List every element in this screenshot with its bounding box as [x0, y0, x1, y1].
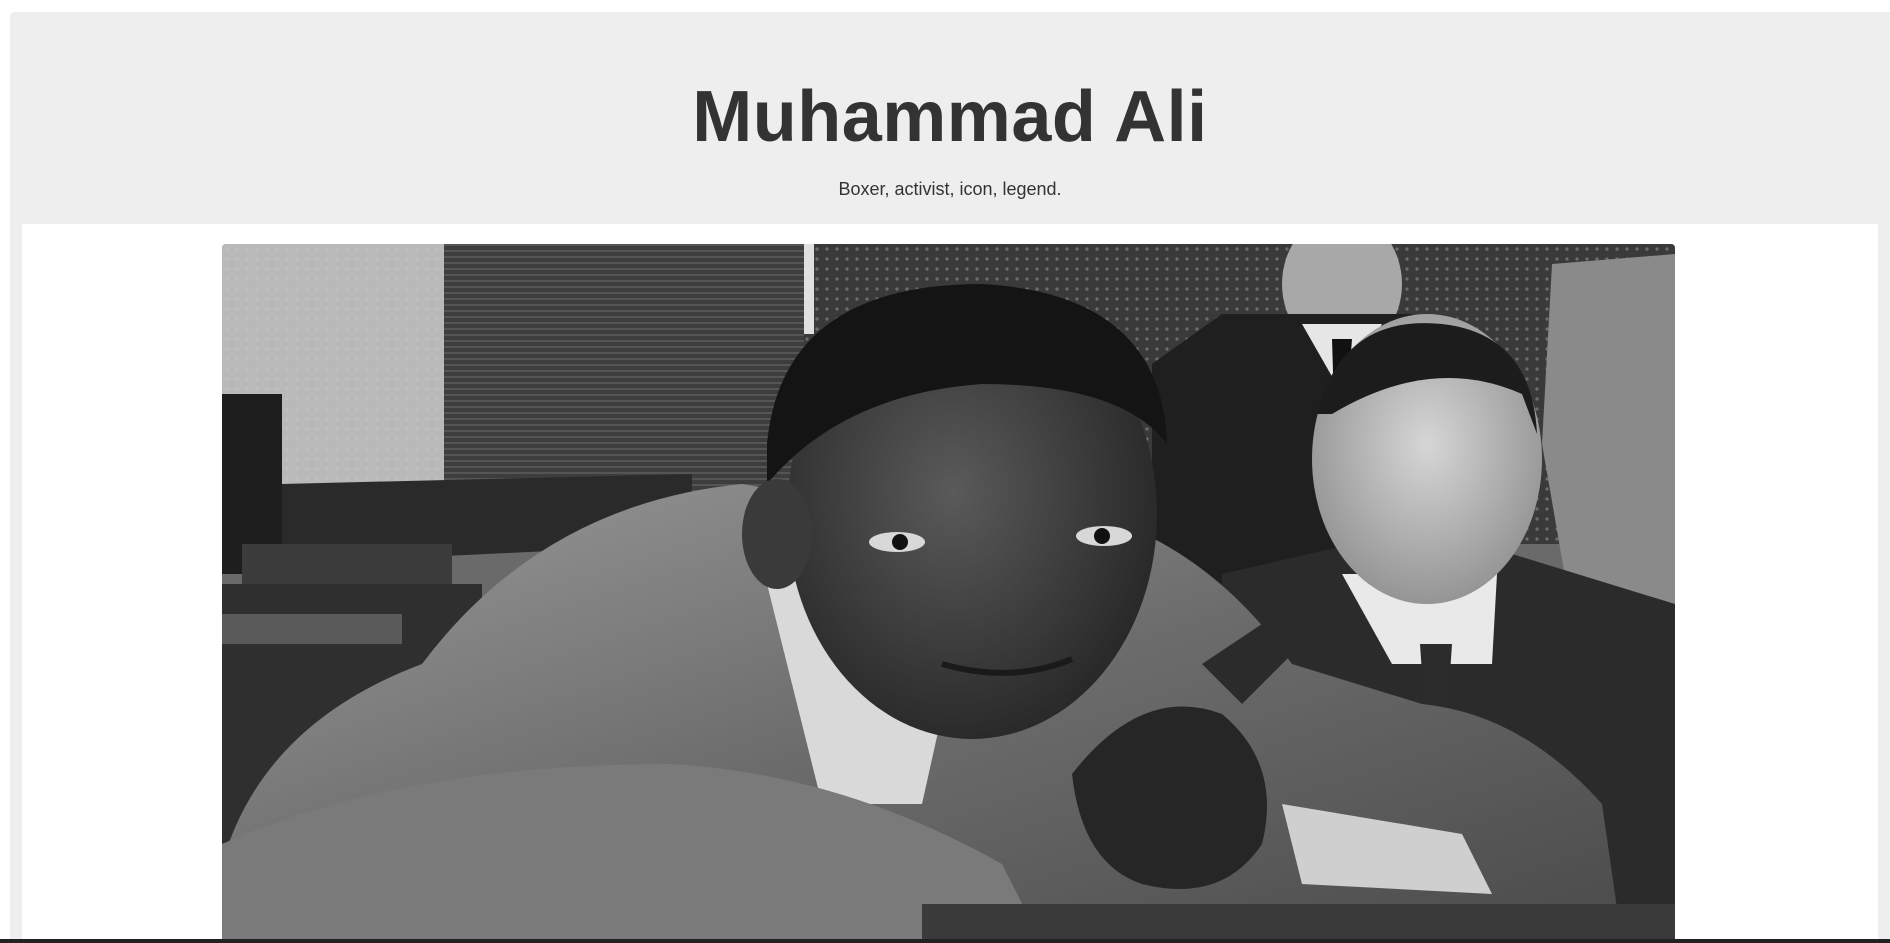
window-bottom-edge: [0, 939, 1890, 943]
tribute-page: Muhammad Ali Boxer, activist, icon, lege…: [10, 12, 1890, 943]
page-title: Muhammad Ali: [692, 77, 1208, 157]
main-content: [22, 224, 1878, 943]
photo-artwork: [222, 244, 1675, 943]
page-header: Muhammad Ali Boxer, activist, icon, lege…: [10, 12, 1890, 224]
page-subtitle: Boxer, activist, icon, legend.: [838, 179, 1062, 199]
tribute-image: [222, 244, 1675, 943]
